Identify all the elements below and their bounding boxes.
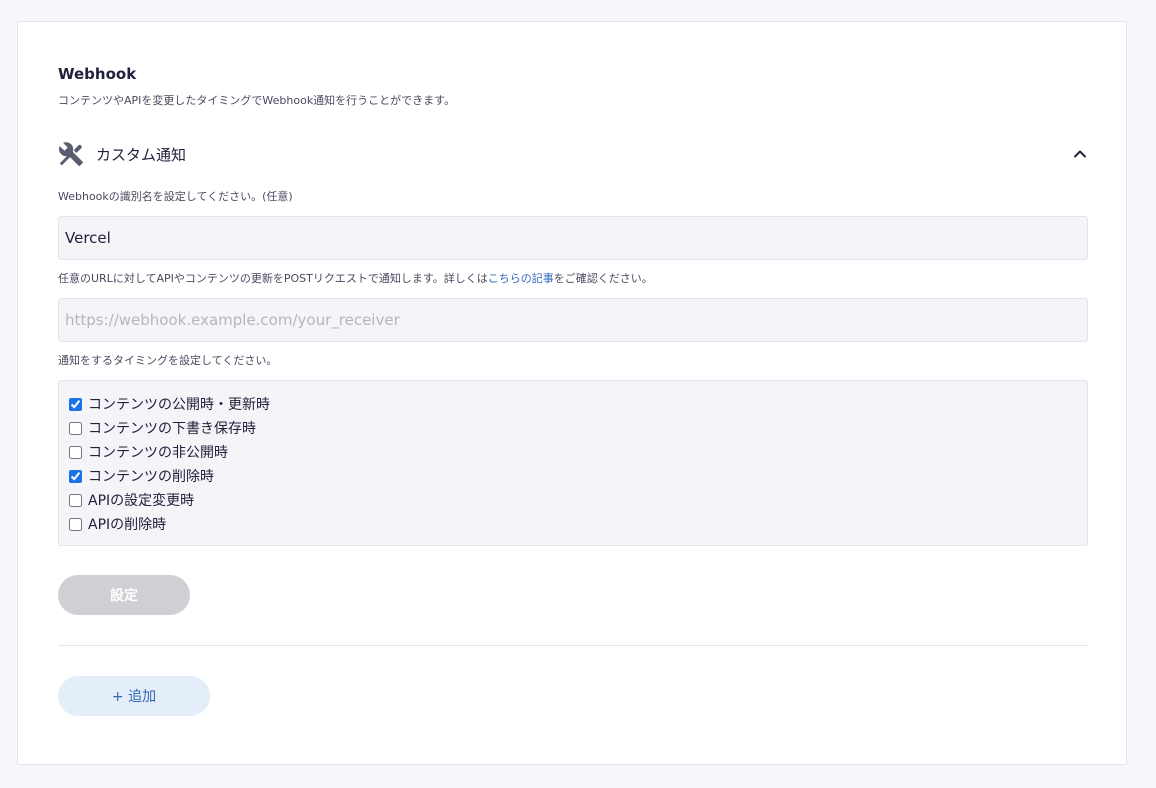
timing-option[interactable]: APIの設定変更時 (69, 488, 1077, 512)
page-description: コンテンツやAPIを変更したタイミングでWebhook通知を行うことができます。 (58, 94, 456, 107)
timing-option[interactable]: APIの削除時 (69, 512, 1077, 536)
chevron-up-icon[interactable] (1072, 146, 1088, 162)
timing-option-label: コンテンツの公開時・更新時 (88, 397, 270, 413)
timing-options: コンテンツの公開時・更新時 コンテンツの下書き保存時 コンテンツの非公開時 コン… (58, 380, 1088, 546)
url-label-suffix: をご確認ください。 (553, 272, 653, 285)
timing-option-label: コンテンツの非公開時 (88, 445, 228, 461)
timing-option[interactable]: コンテンツの下書き保存時 (69, 416, 1077, 440)
timing-checkbox-publish-update[interactable] (69, 397, 82, 411)
timing-label: 通知をするタイミングを設定してください。 (58, 354, 278, 367)
timing-option-label: コンテンツの削除時 (88, 469, 214, 485)
webhook-name-input[interactable] (58, 216, 1088, 260)
article-link[interactable]: こちらの記事 (488, 272, 554, 285)
timing-checkbox-draft-save[interactable] (69, 421, 82, 435)
url-field-label: 任意のURLに対してAPIやコンテンツの更新をPOSTリクエストで通知します。詳… (58, 270, 653, 286)
section-title: カスタム通知 (96, 146, 187, 164)
timing-option-label: コンテンツの下書き保存時 (88, 421, 256, 437)
name-field-label: Webhookの識別名を設定してください。(任意) (58, 190, 293, 203)
page-title: Webhook (58, 65, 137, 83)
timing-checkbox-api-delete[interactable] (69, 517, 82, 531)
section-header-custom-notification[interactable]: カスタム通知 (58, 138, 1088, 170)
timing-option-label: APIの設定変更時 (88, 493, 195, 509)
timing-option-label: APIの削除時 (88, 517, 167, 533)
webhook-url-input[interactable] (58, 298, 1088, 342)
submit-button[interactable]: 設定 (58, 575, 190, 615)
webhook-panel: Webhook コンテンツやAPIを変更したタイミングでWebhook通知を行う… (17, 21, 1127, 765)
divider (58, 645, 1088, 646)
timing-option[interactable]: コンテンツの公開時・更新時 (69, 392, 1077, 416)
tools-icon (59, 142, 83, 166)
url-label-prefix: 任意のURLに対してAPIやコンテンツの更新をPOSTリクエストで通知します。詳… (58, 272, 488, 285)
timing-checkbox-content-delete[interactable] (69, 469, 82, 483)
timing-option[interactable]: コンテンツの非公開時 (69, 440, 1077, 464)
timing-checkbox-unpublish[interactable] (69, 445, 82, 459)
timing-option[interactable]: コンテンツの削除時 (69, 464, 1077, 488)
timing-checkbox-api-settings[interactable] (69, 493, 82, 507)
add-webhook-button[interactable]: + 追加 (58, 676, 210, 716)
